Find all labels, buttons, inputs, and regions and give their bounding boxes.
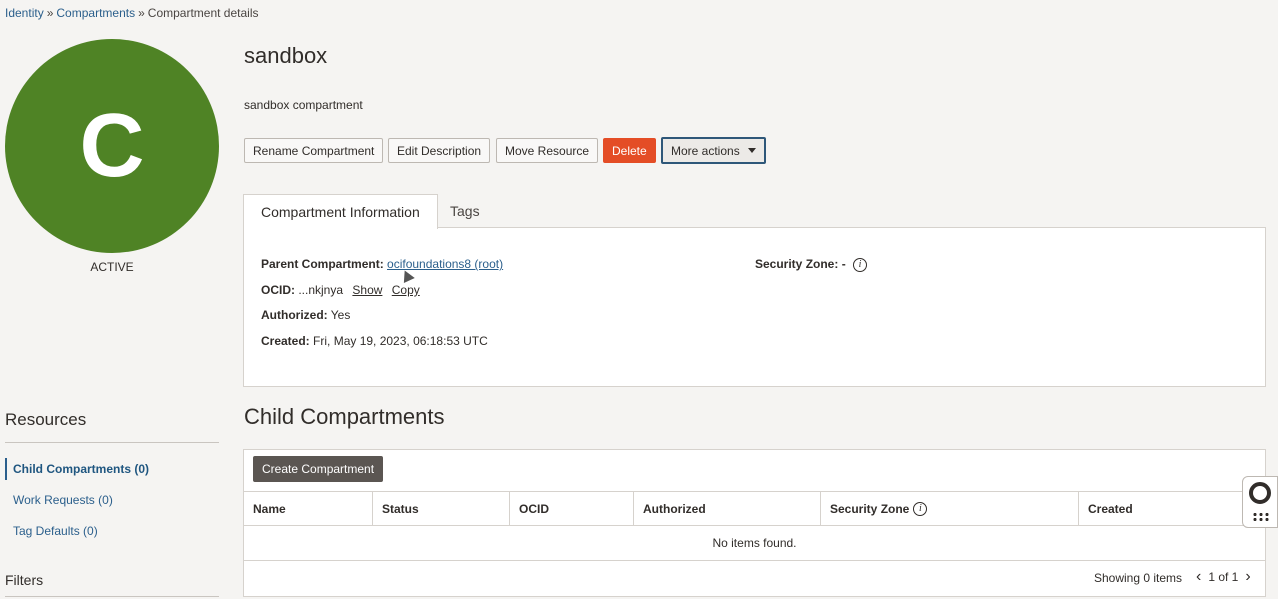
ocid-value: ...nkjnya: [298, 283, 344, 297]
authorized-row: Authorized: Yes: [261, 308, 350, 322]
filters-divider: [5, 596, 219, 597]
column-header-ocid[interactable]: OCID: [510, 492, 634, 525]
page-title: sandbox: [244, 43, 328, 68]
authorized-value: Yes: [330, 308, 351, 322]
sidebar-item-work-requests[interactable]: Work Requests (0): [5, 489, 219, 511]
more-actions-button[interactable]: More actions: [661, 137, 766, 164]
create-compartment-button[interactable]: Create Compartment: [253, 456, 384, 482]
created-label: Created:: [261, 334, 310, 348]
info-icon[interactable]: i: [913, 501, 928, 516]
caret-down-icon: [747, 148, 756, 153]
created-value: Fri, May 19, 2023, 06:18:53 UTC: [313, 334, 488, 348]
edit-description-button[interactable]: Edit Description: [388, 138, 491, 163]
ocid-row: OCID: ...nkjnya Show Copy: [261, 283, 420, 297]
status-badge: ACTIVE: [90, 260, 134, 274]
breadcrumb-current: Compartment details: [147, 6, 259, 20]
security-zone-label: Security Zone:: [755, 257, 839, 271]
breadcrumb-separator: »: [46, 6, 54, 20]
pagination: ‹ 1 of 1 ›: [1196, 569, 1251, 585]
resources-title: Resources: [5, 410, 87, 429]
grid-dots-icon[interactable]: [1252, 512, 1270, 522]
column-header-authorized[interactable]: Authorized: [634, 492, 821, 525]
showing-count: Showing 0 items: [1094, 571, 1183, 585]
sidebar-item-child-compartments[interactable]: Child Compartments (0): [5, 458, 219, 480]
column-header-security-zone-label: Security Zone: [830, 501, 910, 516]
empty-state-text: No items found.: [712, 536, 797, 550]
avatar-letter: C: [79, 95, 145, 196]
security-zone-value: -: [841, 257, 846, 271]
chevron-left-icon[interactable]: ‹: [1196, 569, 1201, 585]
authorized-label: Authorized:: [261, 308, 328, 322]
breadcrumb-identity[interactable]: Identity: [5, 6, 44, 20]
page-indicator: 1 of 1: [1208, 570, 1239, 584]
breadcrumb-compartments[interactable]: Compartments: [56, 6, 135, 20]
parent-compartment-link[interactable]: ocifoundations8 (root): [387, 257, 503, 271]
created-row: Created: Fri, May 19, 2023, 06:18:53 UTC: [261, 334, 488, 348]
security-zone-row: Security Zone: - i: [755, 257, 868, 272]
sidebar-item-tag-defaults[interactable]: Tag Defaults (0): [5, 520, 219, 542]
info-icon[interactable]: i: [853, 257, 868, 272]
ocid-label: OCID:: [261, 283, 295, 297]
column-header-created[interactable]: Created: [1079, 492, 1265, 525]
ocid-copy-link[interactable]: Copy: [392, 283, 420, 297]
resources-divider: [5, 442, 219, 443]
table-header: Name Status OCID Authorized Security Zon…: [244, 491, 1265, 526]
parent-compartment-row: Parent Compartment: ocifoundations8 (roo…: [261, 257, 503, 271]
breadcrumb: Identity» Compartments» Compartment detail…: [5, 6, 259, 20]
move-resource-button[interactable]: Move Resource: [496, 138, 599, 163]
compartment-info-panel: [243, 227, 1266, 387]
chevron-right-icon[interactable]: ›: [1245, 569, 1250, 585]
column-header-status[interactable]: Status: [373, 492, 510, 525]
tab-compartment-information[interactable]: Compartment Information: [243, 194, 438, 229]
breadcrumb-separator: »: [138, 6, 145, 20]
lifebuoy-icon[interactable]: [1249, 482, 1271, 504]
table-divider: [244, 560, 1265, 561]
avatar: C: [5, 39, 219, 253]
child-compartments-title: Child Compartments: [244, 404, 445, 429]
rename-compartment-button[interactable]: Rename Compartment: [244, 138, 384, 163]
tab-tags[interactable]: Tags: [433, 194, 497, 228]
help-widget[interactable]: [1242, 476, 1278, 528]
column-header-security-zone[interactable]: Security Zone i: [821, 492, 1079, 525]
compartment-description: sandbox compartment: [244, 98, 363, 112]
delete-button[interactable]: Delete: [603, 138, 656, 163]
column-header-name[interactable]: Name: [244, 492, 373, 525]
ocid-show-link[interactable]: Show: [352, 283, 382, 297]
more-actions-label: More actions: [671, 143, 740, 158]
parent-compartment-label: Parent Compartment:: [261, 257, 384, 271]
filters-title: Filters: [5, 572, 44, 588]
